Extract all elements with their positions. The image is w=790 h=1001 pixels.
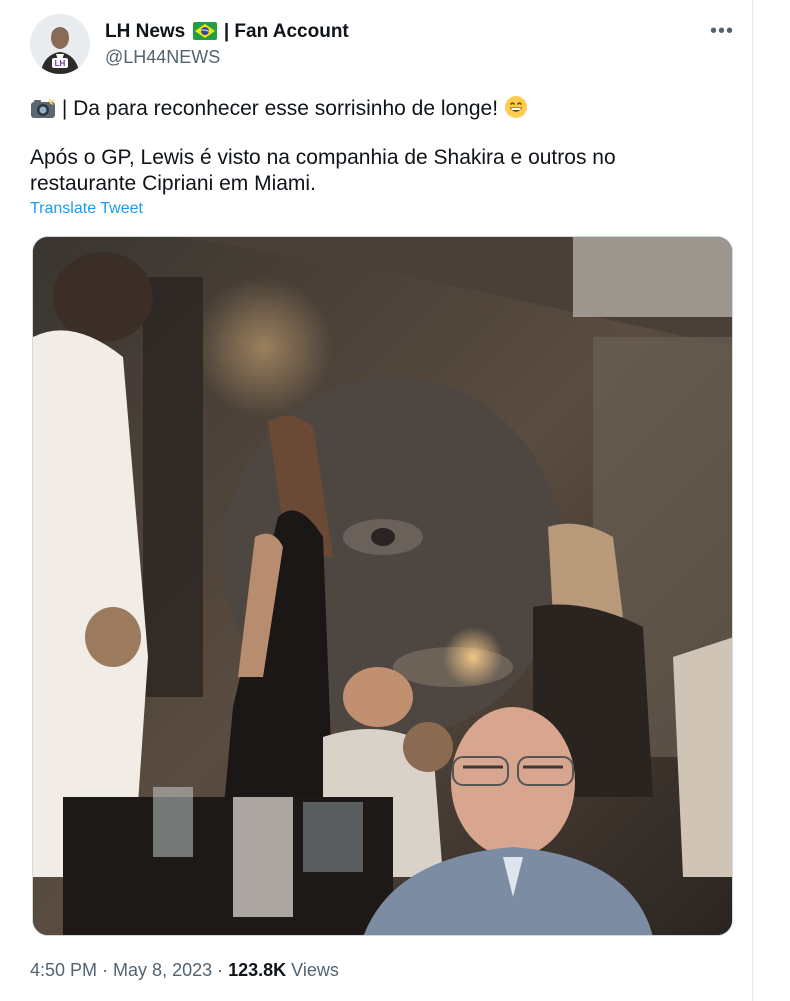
meta-separator: · [97, 960, 114, 980]
brazil-flag-icon [192, 22, 217, 47]
tweet-date[interactable]: May 8, 2023 [113, 960, 212, 980]
tweet-text-line-1: | Da para reconhecer esse sorrisinho de … [30, 95, 528, 126]
author-name[interactable]: LH News | Fan Account [105, 20, 349, 47]
column-divider [752, 0, 753, 1001]
restaurant-photo [33, 237, 732, 935]
tweet-text-line-2: Após o GP, Lewis é visto na companhia de… [30, 146, 616, 169]
views-count: 123.8K [228, 960, 287, 980]
author-handle[interactable]: @LH44NEWS [105, 46, 220, 68]
camera-flash-icon [30, 97, 56, 126]
views-label: Views [286, 960, 339, 980]
avatar[interactable]: LH [30, 14, 90, 74]
tweet-text-line-3: restaurante Cipriani em Miami. [30, 172, 316, 195]
author-name-prefix: LH News [105, 21, 186, 42]
tweet-text-line-1-text: | Da para reconhecer esse sorrisinho de … [61, 97, 499, 120]
tweet-meta: 4:50 PM · May 8, 2023 · 123.8K Views [30, 960, 339, 981]
author-name-suffix: | Fan Account [223, 21, 349, 42]
meta-separator: · [212, 960, 229, 980]
more-options-button[interactable]: ••• [708, 18, 736, 46]
more-icon: ••• [709, 20, 734, 42]
grinning-face-icon [504, 95, 528, 126]
avatar-monogram: LH [55, 59, 66, 68]
avatar-image: LH [30, 14, 90, 74]
tweet-photo[interactable] [32, 236, 733, 936]
tweet-card: LH LH News | Fan Account @LH44NEWS ••• |… [0, 0, 752, 1001]
translate-tweet-link[interactable]: Translate Tweet [30, 200, 143, 218]
tweet-time[interactable]: 4:50 PM [30, 960, 97, 980]
